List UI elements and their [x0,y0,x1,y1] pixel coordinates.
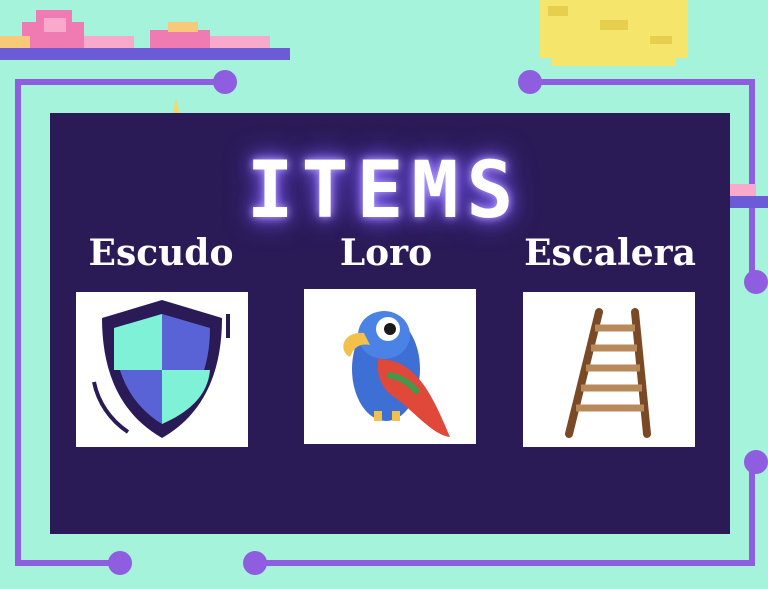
item-label-parrot: Loro [339,232,433,274]
pixel-sun-icon [540,0,688,66]
item-label-ladder: Escalera [524,232,696,274]
parrot-icon [343,311,450,437]
shield-icon [92,300,230,438]
pixel-cloud-icon [0,10,290,60]
item-card-shield[interactable] [76,292,248,447]
item-card-parrot[interactable] [304,289,476,444]
ladder-icon [565,308,651,438]
item-label-shield: Escudo [88,232,234,274]
page-title: ITEMS [246,146,522,236]
item-card-ladder[interactable] [523,292,695,447]
